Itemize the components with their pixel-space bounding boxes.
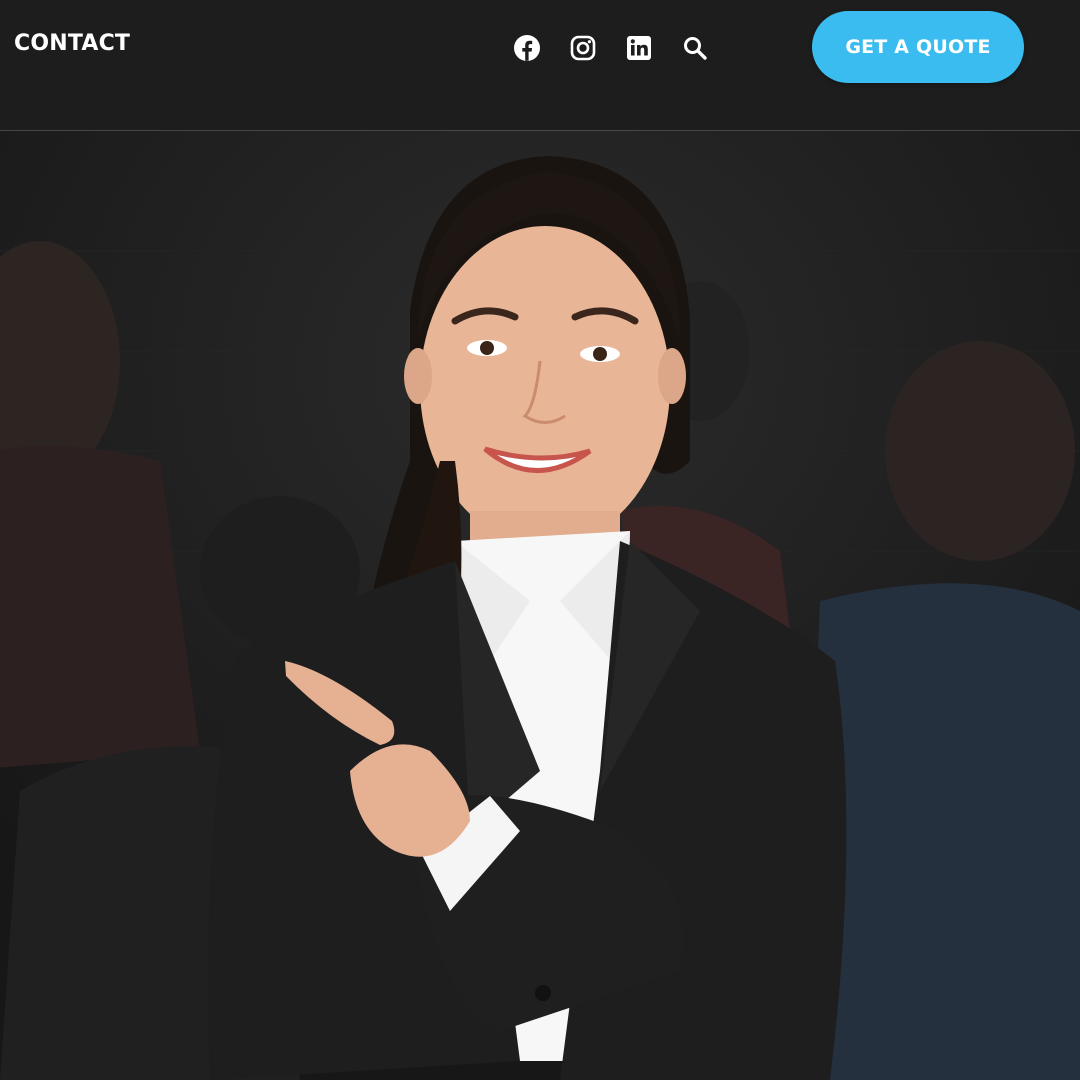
hero-section: s — [0, 131, 1080, 1080]
nav-link-contact[interactable]: CONTACT — [14, 31, 130, 56]
facebook-icon[interactable] — [512, 33, 542, 63]
site-header: CONTACT GET A QUOTE — [0, 0, 1080, 131]
search-icon[interactable] — [680, 33, 710, 63]
social-links — [512, 33, 710, 63]
hero-person-image — [207, 156, 847, 1080]
linkedin-icon[interactable] — [624, 33, 654, 63]
get-a-quote-button[interactable]: GET A QUOTE — [812, 11, 1024, 83]
instagram-icon[interactable] — [568, 33, 598, 63]
page: CONTACT GET A QUOTE — [0, 0, 1080, 1080]
